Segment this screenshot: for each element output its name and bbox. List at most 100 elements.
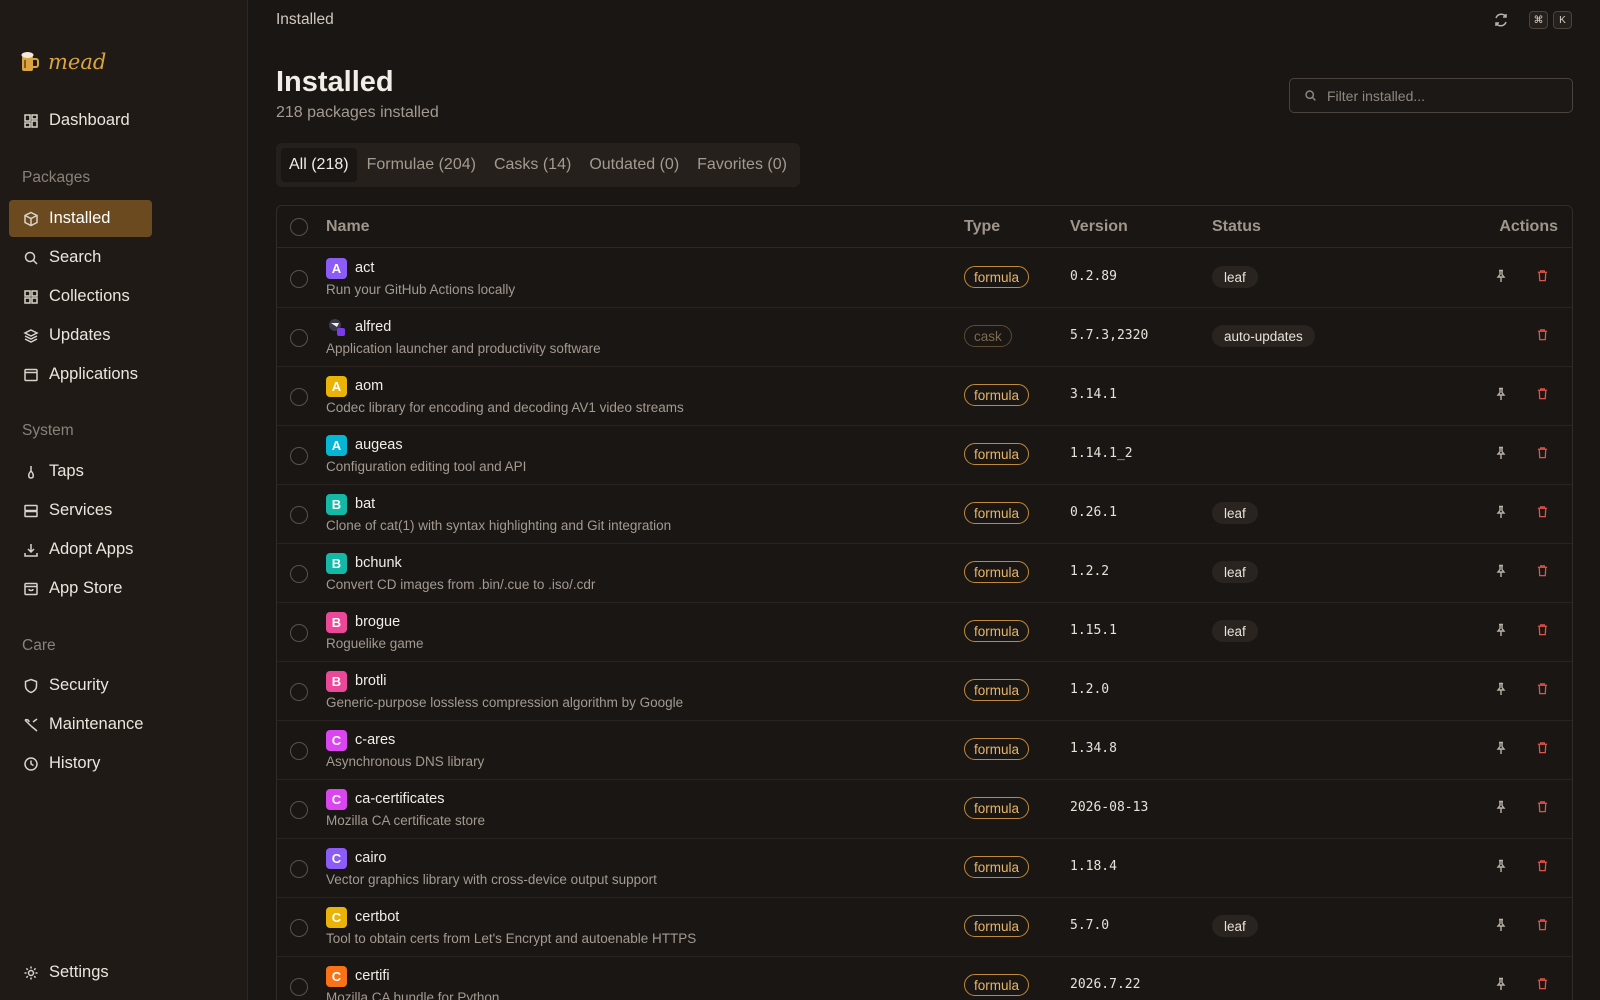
package-description: Application launcher and productivity so… <box>326 341 601 356</box>
row-checkbox[interactable] <box>290 919 308 937</box>
table-row[interactable]: Aact Run your GitHub Actions locally formu… <box>277 249 1572 308</box>
sidebar-item-label: Adopt Apps <box>49 540 134 558</box>
filter-input[interactable] <box>1327 87 1557 104</box>
package-name[interactable]: bat <box>355 496 375 512</box>
package-name[interactable]: act <box>355 260 374 276</box>
table-row[interactable]: Bbchunk Convert CD images from .bin/.cue … <box>277 544 1572 603</box>
row-checkbox[interactable] <box>290 978 308 996</box>
column-header-type[interactable]: Type <box>964 218 1000 236</box>
pin-icon[interactable] <box>1494 918 1508 932</box>
table-row[interactable]: Ccertifi Mozilla CA bundle for Python form… <box>277 957 1572 1000</box>
tab-all[interactable]: All (218) <box>281 148 357 182</box>
sidebar-item-services[interactable]: Services <box>9 492 152 529</box>
column-header-status[interactable]: Status <box>1212 218 1261 236</box>
trash-icon[interactable] <box>1536 682 1549 695</box>
trash-icon[interactable] <box>1536 918 1549 931</box>
sidebar-item-updates[interactable]: Updates <box>9 317 152 354</box>
sidebar-item-settings[interactable]: Settings <box>9 954 152 991</box>
app-logo[interactable]: mead <box>20 50 106 74</box>
package-name[interactable]: cairo <box>355 850 386 866</box>
sidebar-item-label: Collections <box>49 287 130 305</box>
trash-icon[interactable] <box>1536 505 1549 518</box>
pin-icon[interactable] <box>1494 505 1508 519</box>
refresh-icon[interactable] <box>1493 12 1509 28</box>
pin-icon[interactable] <box>1494 741 1508 755</box>
table-row[interactable]: Bbat Clone of cat(1) with syntax highligh… <box>277 485 1572 544</box>
sidebar-item-search[interactable]: Search <box>9 239 152 276</box>
sidebar-item-app-store[interactable]: App Store <box>9 570 152 607</box>
trash-icon[interactable] <box>1536 741 1549 754</box>
row-checkbox[interactable] <box>290 506 308 524</box>
package-name[interactable]: bchunk <box>355 555 402 571</box>
trash-icon[interactable] <box>1536 859 1549 872</box>
package-version: 0.2.89 <box>1070 269 1117 284</box>
pin-icon[interactable] <box>1494 564 1508 578</box>
trash-icon[interactable] <box>1536 328 1549 341</box>
tab-favorites[interactable]: Favorites (0) <box>689 148 795 182</box>
sidebar-item-security[interactable]: Security <box>9 667 152 704</box>
column-header-name[interactable]: Name <box>326 218 370 236</box>
trash-icon[interactable] <box>1536 800 1549 813</box>
table-row[interactable]: Ccairo Vector graphics library with cross… <box>277 839 1572 898</box>
row-checkbox[interactable] <box>290 683 308 701</box>
package-name[interactable]: certifi <box>355 968 390 984</box>
trash-icon[interactable] <box>1536 446 1549 459</box>
sidebar-item-applications[interactable]: Applications <box>9 356 152 393</box>
row-checkbox[interactable] <box>290 388 308 406</box>
pin-icon[interactable] <box>1494 446 1508 460</box>
table-row[interactable]: Bbrogue Roguelike game formula 1.15.1 leaf <box>277 603 1572 662</box>
row-checkbox[interactable] <box>290 270 308 288</box>
pin-icon[interactable] <box>1494 623 1508 637</box>
package-name[interactable]: brotli <box>355 673 386 689</box>
trash-icon[interactable] <box>1536 564 1549 577</box>
row-checkbox[interactable] <box>290 801 308 819</box>
table-row[interactable]: Ccertbot Tool to obtain certs from Let's … <box>277 898 1572 957</box>
sidebar-item-maintenance[interactable]: Maintenance <box>9 706 152 743</box>
pin-icon[interactable] <box>1494 859 1508 873</box>
sidebar-item-label: App Store <box>49 579 123 597</box>
sidebar-item-adopt-apps[interactable]: Adopt Apps <box>9 531 152 568</box>
package-name[interactable]: certbot <box>355 909 399 925</box>
tab-casks[interactable]: Casks (14) <box>486 148 579 182</box>
select-all-checkbox[interactable] <box>290 218 308 236</box>
package-version: 1.14.1_2 <box>1070 446 1133 461</box>
table-row[interactable]: Cca-certificates Mozilla CA certificate s… <box>277 780 1572 839</box>
sidebar-item-dashboard[interactable]: Dashboard <box>9 102 152 139</box>
trash-icon[interactable] <box>1536 387 1549 400</box>
sidebar-item-installed[interactable]: Installed <box>9 200 152 237</box>
package-name[interactable]: augeas <box>355 437 403 453</box>
pin-icon[interactable] <box>1494 800 1508 814</box>
row-checkbox[interactable] <box>290 860 308 878</box>
tab-formulae[interactable]: Formulae (204) <box>359 148 484 182</box>
sidebar-item-history[interactable]: History <box>9 745 152 782</box>
sidebar-item-label: History <box>49 754 101 772</box>
pin-icon[interactable] <box>1494 269 1508 283</box>
trash-icon[interactable] <box>1536 977 1549 990</box>
column-header-version[interactable]: Version <box>1070 218 1128 236</box>
tab-outdated[interactable]: Outdated (0) <box>581 148 687 182</box>
sidebar-item-collections[interactable]: Collections <box>9 278 152 315</box>
package-name[interactable]: c-ares <box>355 732 395 748</box>
package-name[interactable]: aom <box>355 378 383 394</box>
package-name[interactable]: ca-certificates <box>355 791 444 807</box>
row-checkbox[interactable] <box>290 565 308 583</box>
pin-icon[interactable] <box>1494 387 1508 401</box>
table-row[interactable]: Cc-ares Asynchronous DNS library formula 1.… <box>277 721 1572 780</box>
sidebar-item-label: Taps <box>49 462 84 480</box>
package-avatar: B <box>326 671 347 692</box>
package-name[interactable]: alfred <box>355 319 391 335</box>
row-checkbox[interactable] <box>290 742 308 760</box>
row-checkbox[interactable] <box>290 447 308 465</box>
row-checkbox[interactable] <box>290 624 308 642</box>
trash-icon[interactable] <box>1536 269 1549 282</box>
table-row[interactable]: Aaom Codec library for encoding and decod… <box>277 367 1572 426</box>
pin-icon[interactable] <box>1494 977 1508 991</box>
table-row[interactable]: alfred Application launcher and productiv… <box>277 308 1572 367</box>
trash-icon[interactable] <box>1536 623 1549 636</box>
row-checkbox[interactable] <box>290 329 308 347</box>
table-row[interactable]: Aaugeas Configuration editing tool and AP… <box>277 426 1572 485</box>
sidebar-item-taps[interactable]: Taps <box>9 453 152 490</box>
table-row[interactable]: Bbrotli Generic-purpose lossless compress… <box>277 662 1572 721</box>
package-name[interactable]: brogue <box>355 614 400 630</box>
pin-icon[interactable] <box>1494 682 1508 696</box>
